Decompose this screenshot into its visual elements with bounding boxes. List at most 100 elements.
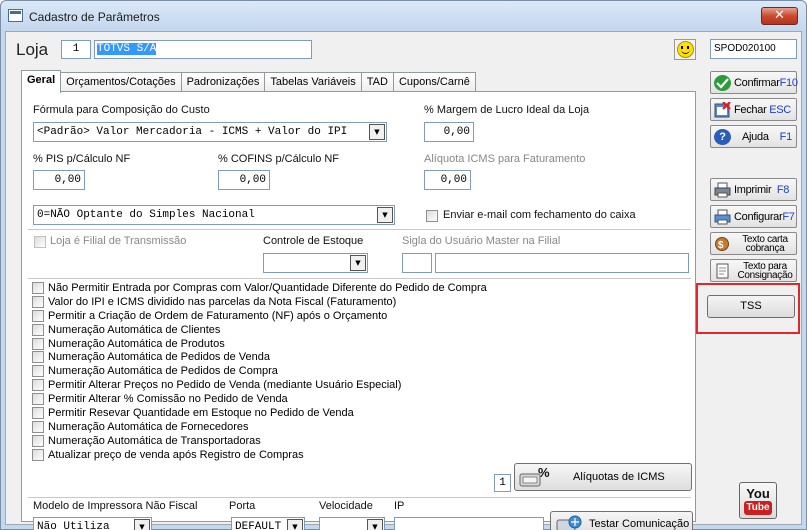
youtube-logo-bottom: Tube	[744, 501, 772, 515]
option-item[interactable]: Permitir Alterar Preços no Pedido de Ven…	[32, 378, 487, 392]
margem-label: % Margem de Lucro Ideal da Loja	[424, 104, 590, 116]
option-checkbox[interactable]	[32, 281, 44, 294]
title-bar[interactable]: Cadastro de Parâmetros ✕	[1, 1, 806, 29]
close-button[interactable]: ✕	[761, 7, 798, 25]
porta-label: Porta	[229, 500, 256, 512]
sigla-field[interactable]	[402, 253, 432, 273]
filial-checkbox[interactable]	[34, 236, 46, 248]
modelo-select[interactable]: Não Utiliza ▼	[33, 517, 152, 530]
option-item[interactable]: Atualizar preço de venda após Registro d…	[32, 448, 487, 462]
fechar-button[interactable]: Fechar ESC	[710, 98, 797, 121]
aliquotas-icms-label: Alíquotas de ICMS	[573, 471, 665, 483]
option-checkbox[interactable]	[32, 434, 44, 447]
option-item[interactable]: Numeração Automática de Transportadoras	[32, 434, 487, 448]
option-checkbox[interactable]	[32, 309, 44, 322]
printer-icon	[714, 182, 731, 198]
help-icon: ?	[714, 128, 731, 145]
connection-icon	[555, 514, 585, 530]
tab-cupons[interactable]: Cupons/Carnê	[392, 72, 476, 93]
dropdown-arrow-icon[interactable]: ▼	[367, 519, 383, 530]
tab-tad[interactable]: TAD	[360, 72, 394, 93]
confirmar-button[interactable]: Confirmar F10	[710, 71, 798, 94]
ajuda-button[interactable]: ? Ajuda F1	[710, 125, 797, 148]
option-item[interactable]: Numeração Automática de Clientes	[32, 323, 487, 337]
formula-value: <Padrão> Valor Mercadoria - ICMS + Valor…	[37, 126, 348, 138]
pis-field[interactable]: 0,00	[33, 170, 85, 190]
tab-tabelas-variaveis[interactable]: Tabelas Variáveis	[264, 72, 362, 93]
dropdown-arrow-icon[interactable]: ▼	[350, 255, 366, 271]
enviar-email-checkbox[interactable]	[426, 210, 438, 222]
option-checkbox[interactable]	[32, 393, 44, 406]
smiley-button[interactable]	[674, 39, 696, 60]
option-checkbox[interactable]	[32, 337, 44, 350]
dropdown-arrow-icon[interactable]: ▼	[287, 519, 303, 530]
loja-number-field[interactable]: 1	[61, 40, 91, 59]
enviar-email-label: Enviar e-mail com fechamento do caixa	[443, 209, 636, 221]
testar-comunicacao-label: Testar Comunicação	[589, 518, 690, 530]
velocidade-label: Velocidade	[319, 500, 373, 512]
pis-label: % PIS p/Cálculo NF	[33, 153, 131, 165]
option-item[interactable]: Permitir Alterar % Comissão no Pedido de…	[32, 392, 487, 406]
geral-panel: Fórmula para Composição do Custo <Padrão…	[21, 91, 696, 530]
cofins-label: % COFINS p/Cálculo NF	[218, 153, 340, 165]
tab-padronizacoes[interactable]: Padronizações	[180, 72, 266, 93]
margem-field[interactable]: 0,00	[424, 122, 474, 142]
loja-name-value: TOTVS S/A	[97, 43, 157, 55]
aliquotas-count: 1	[494, 474, 511, 492]
tss-button[interactable]: TSS	[707, 295, 795, 318]
document-icon	[714, 263, 731, 279]
option-checkbox[interactable]	[32, 448, 44, 461]
simples-select[interactable]: 0=NÃO Optante do Simples Nacional ▼	[33, 205, 395, 225]
ip-field[interactable]	[394, 517, 544, 530]
option-checkbox[interactable]	[32, 379, 44, 392]
aliquota-icms-field[interactable]: 0,00	[424, 170, 471, 190]
aliquotas-icms-button[interactable]: % Alíquotas de ICMS	[514, 463, 692, 491]
controle-estoque-select[interactable]: ▼	[263, 253, 368, 273]
formula-select[interactable]: <Padrão> Valor Mercadoria - ICMS + Valor…	[33, 122, 387, 142]
imprimir-button[interactable]: Imprimir F8	[710, 178, 797, 201]
option-checkbox[interactable]	[32, 406, 44, 419]
ip-label: IP	[394, 500, 405, 512]
options-list: Não Permitir Entrada por Compras com Val…	[32, 281, 487, 462]
configurar-button[interactable]: Configurar F7	[710, 205, 797, 228]
option-item[interactable]: Permitir a Criação de Ordem de Faturamen…	[32, 309, 487, 323]
loja-name-field[interactable]: TOTVS S/A	[94, 40, 312, 59]
cofins-field[interactable]: 0,00	[218, 170, 270, 190]
percent-icon: %	[519, 465, 551, 488]
option-checkbox[interactable]	[32, 420, 44, 433]
tab-orcamentos[interactable]: Orçamentos/Cotações	[60, 72, 182, 93]
tab-geral[interactable]: Geral	[21, 70, 62, 93]
texto-carta-cobranca-button[interactable]: $ Texto carta cobrança	[710, 232, 797, 255]
dropdown-arrow-icon[interactable]: ▼	[377, 207, 393, 223]
modelo-value: Não Utiliza	[37, 521, 110, 530]
option-item[interactable]: Numeração Automática de Pedidos de Compr…	[32, 364, 487, 378]
option-item[interactable]: Valor do IPI e ICMS dividido nas parcela…	[32, 295, 487, 309]
option-item[interactable]: Não Permitir Entrada por Compras com Val…	[32, 281, 487, 295]
letter-icon: $	[714, 236, 731, 252]
formula-label: Fórmula para Composição do Custo	[33, 104, 210, 116]
svg-text:%: %	[538, 466, 550, 480]
option-item[interactable]: Numeração Automática de Fornecedores	[32, 420, 487, 434]
option-item[interactable]: Permitir Resevar Quantidade em Estoque n…	[32, 406, 487, 420]
simples-value: 0=NÃO Optante do Simples Nacional	[37, 209, 255, 221]
dropdown-arrow-icon[interactable]: ▼	[134, 519, 150, 530]
svg-text:$: $	[718, 240, 724, 251]
option-checkbox[interactable]	[32, 351, 44, 364]
option-item[interactable]: Numeração Automática de Produtos	[32, 337, 487, 351]
screen-code-field: SPOD020100	[710, 39, 797, 59]
texto-consignacao-button[interactable]: Texto para Consignação	[710, 259, 797, 282]
smiley-icon	[677, 41, 694, 58]
porta-select[interactable]: DEFAULT ▼	[231, 517, 305, 530]
app-icon	[8, 9, 23, 22]
option-item[interactable]: Numeração Automática de Pedidos de Venda	[32, 350, 487, 364]
option-checkbox[interactable]	[32, 365, 44, 378]
printer-settings-icon	[714, 209, 731, 225]
client-area: Loja 1 TOTVS S/A SPOD020100 Geral Orçame…	[5, 31, 802, 530]
option-checkbox[interactable]	[32, 295, 44, 308]
youtube-button[interactable]: You Tube	[739, 482, 777, 519]
testar-comunicacao-button[interactable]: Testar Comunicação	[550, 511, 693, 530]
option-checkbox[interactable]	[32, 323, 44, 336]
dropdown-arrow-icon[interactable]: ▼	[369, 124, 385, 140]
velocidade-select[interactable]: ▼	[319, 517, 385, 530]
controle-estoque-label: Controle de Estoque	[263, 235, 364, 247]
